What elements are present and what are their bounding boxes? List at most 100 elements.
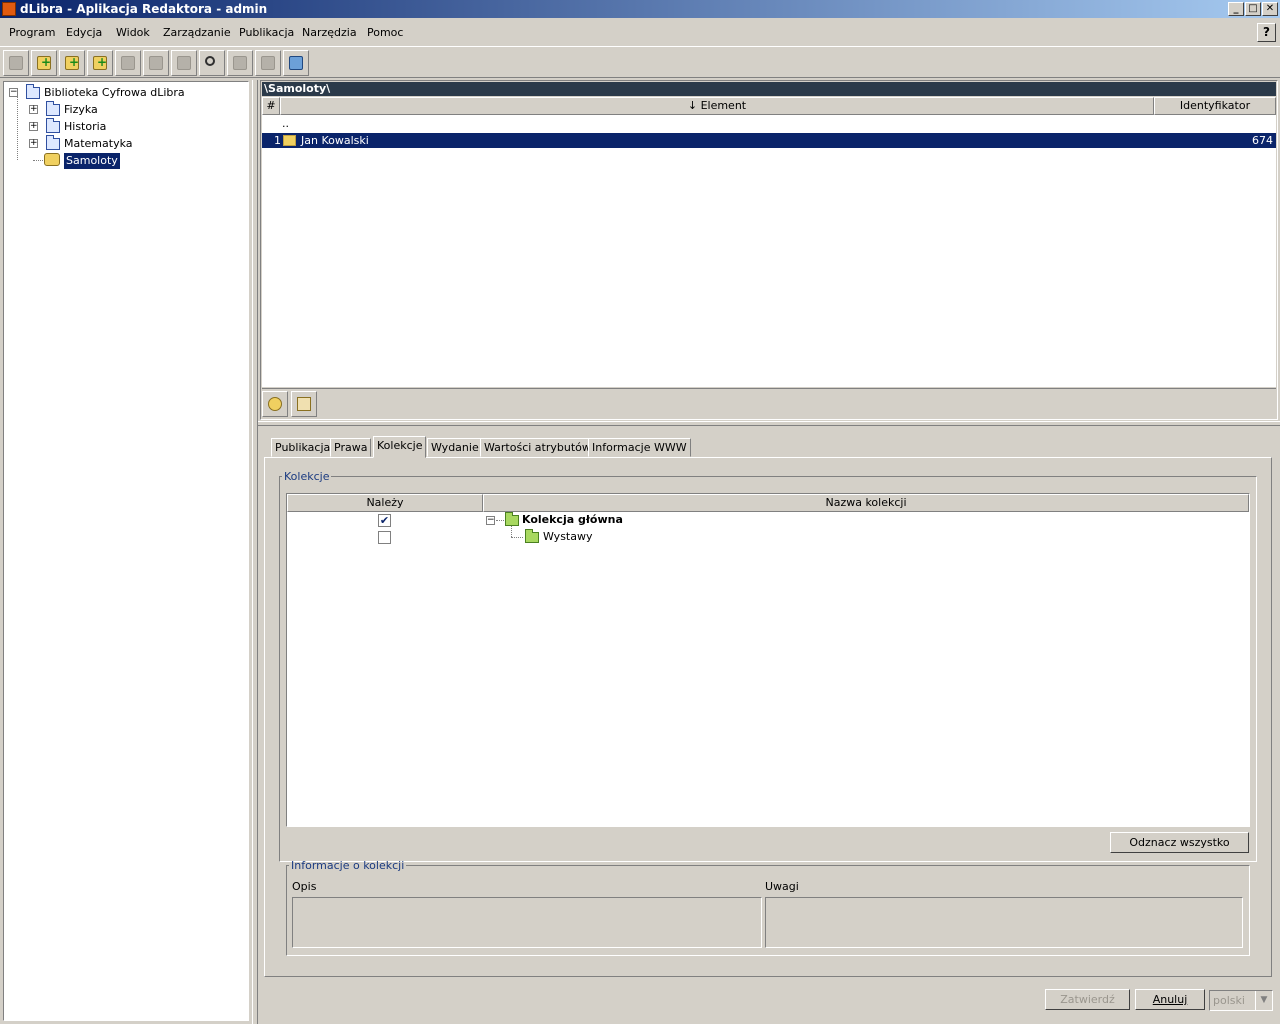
tab-informacje-www[interactable]: Informacje WWW: [588, 438, 691, 457]
edit-icon: [121, 56, 135, 70]
toolbar: [0, 46, 1280, 78]
up-icon: [261, 56, 275, 70]
tree-root[interactable]: Biblioteka Cyfrowa dLibra: [44, 85, 185, 101]
document-icon: [9, 56, 23, 70]
menu-narzedzia[interactable]: Narzędzia: [302, 26, 357, 39]
remove-icon: [297, 397, 311, 411]
add-publication-button[interactable]: [87, 50, 113, 76]
tree-line: [496, 520, 504, 521]
collections-table: Należy Nazwa kolekcji ✔ − Kolekcja główn…: [286, 493, 1250, 827]
up-button[interactable]: [255, 50, 281, 76]
tree-line: [511, 537, 523, 538]
description-field: [292, 897, 762, 948]
collection-checkbox[interactable]: [378, 531, 391, 544]
collections-legend: Kolekcje: [284, 470, 330, 483]
expand-icon[interactable]: +: [29, 105, 38, 114]
collapse-icon[interactable]: −: [9, 88, 18, 97]
notes-field: [765, 897, 1243, 948]
tree-item-historia[interactable]: Historia: [64, 119, 106, 135]
info-button[interactable]: [262, 391, 288, 417]
close-icon[interactable]: ✕: [1262, 2, 1278, 16]
tree-line: [33, 160, 43, 161]
menu-publikacja[interactable]: Publikacja: [239, 26, 294, 39]
collection-checkbox[interactable]: ✔: [378, 514, 391, 527]
app-icon: [2, 2, 16, 16]
expand-icon[interactable]: +: [29, 122, 38, 131]
cancel-button[interactable]: Anuluj: [1135, 989, 1205, 1010]
element-table: # ↓ Element Identyfikator .. 1 Jan Kowal…: [262, 97, 1276, 387]
path-bar: \Samoloty\: [262, 82, 1276, 96]
menu-widok[interactable]: Widok: [116, 26, 150, 39]
tree-line: [17, 96, 18, 160]
find-document-icon: [177, 56, 191, 70]
add-group-button[interactable]: [59, 50, 85, 76]
move-icon: [233, 56, 247, 70]
edit-button[interactable]: [115, 50, 141, 76]
remove-button[interactable]: [291, 391, 317, 417]
vertical-splitter[interactable]: [252, 80, 258, 1024]
tab-prawa[interactable]: Prawa: [330, 438, 372, 457]
column-header-element[interactable]: ↓ Element: [280, 97, 1154, 115]
expand-icon[interactable]: +: [29, 139, 38, 148]
menu-zarzadzanie[interactable]: Zarządzanie: [163, 26, 231, 39]
menu-program[interactable]: Program: [9, 26, 55, 39]
minimize-icon[interactable]: _: [1228, 2, 1244, 16]
tab-kolekcje[interactable]: Kolekcje: [373, 436, 427, 458]
menu-edycja[interactable]: Edycja: [66, 26, 102, 39]
tab-wartosci-atrybutow[interactable]: Wartości atrybutów: [480, 438, 595, 457]
add-directory-button[interactable]: [31, 50, 57, 76]
group-icon: [44, 153, 60, 166]
confirm-button[interactable]: Zatwierdź: [1045, 989, 1130, 1010]
collection-name[interactable]: Kolekcja główna: [522, 513, 623, 526]
row-element: Jan Kowalski: [301, 134, 369, 147]
tab-wydanie[interactable]: Wydanie: [427, 438, 483, 457]
add-icon: [37, 55, 51, 70]
deselect-all-button[interactable]: Odznacz wszystko: [1110, 832, 1249, 853]
folder-icon: [46, 101, 60, 116]
add-publication-icon: [93, 55, 107, 70]
list-toolbar: [262, 388, 1276, 418]
column-header-num[interactable]: #: [262, 97, 280, 115]
question-icon: [268, 397, 282, 411]
column-header-identifier[interactable]: Identyfikator: [1154, 97, 1276, 115]
column-header-belongs[interactable]: Należy: [287, 494, 483, 512]
tree-item-matematyka[interactable]: Matematyka: [64, 136, 133, 152]
language-value: polski: [1213, 994, 1245, 1007]
chevron-down-icon: ▼: [1255, 991, 1272, 1010]
search-button[interactable]: [199, 50, 225, 76]
collection-folder-icon: [505, 512, 519, 526]
publication-icon: [283, 135, 296, 146]
title-bar: dLibra - Aplikacja Redaktora - admin _ □…: [0, 0, 1280, 18]
tree-item-samoloty[interactable]: Samoloty: [64, 153, 120, 169]
properties-button[interactable]: [3, 50, 29, 76]
row-number: 1: [274, 134, 281, 147]
language-select[interactable]: polski ▼: [1209, 990, 1273, 1011]
tab-publikacja[interactable]: Publikacja: [271, 438, 335, 457]
column-header-collection-name[interactable]: Nazwa kolekcji: [483, 494, 1249, 512]
export-button[interactable]: [283, 50, 309, 76]
table-row[interactable]: 1 Jan Kowalski 674: [262, 133, 1276, 148]
export-icon: [289, 56, 303, 70]
find-doc-button[interactable]: [171, 50, 197, 76]
notes-label: Uwagi: [765, 880, 799, 893]
tree-line: [511, 526, 512, 537]
window-title: dLibra - Aplikacja Redaktora - admin: [20, 2, 268, 16]
horizontal-splitter[interactable]: [258, 421, 1280, 426]
collection-name[interactable]: Wystawy: [543, 530, 592, 543]
menu-bar: Program Edycja Widok Zarządzanie Publika…: [0, 22, 1280, 44]
folder-icon: [46, 118, 60, 133]
collection-info-legend: Informacje o kolekcji: [291, 859, 405, 872]
maximize-icon[interactable]: □: [1245, 2, 1261, 16]
help-icon[interactable]: ?: [1257, 23, 1276, 42]
menu-pomoc[interactable]: Pomoc: [367, 26, 403, 39]
parent-row[interactable]: ..: [282, 116, 289, 131]
delete-button[interactable]: [143, 50, 169, 76]
folder-icon: [46, 135, 60, 150]
description-label: Opis: [292, 880, 317, 893]
directory-tree: − Biblioteka Cyfrowa dLibra + Fizyka + H…: [3, 81, 249, 1021]
trash-icon: [149, 56, 163, 70]
row-identifier: 674: [1252, 134, 1273, 147]
collapse-icon[interactable]: −: [486, 516, 495, 525]
tree-item-fizyka[interactable]: Fizyka: [64, 102, 98, 118]
move-button[interactable]: [227, 50, 253, 76]
